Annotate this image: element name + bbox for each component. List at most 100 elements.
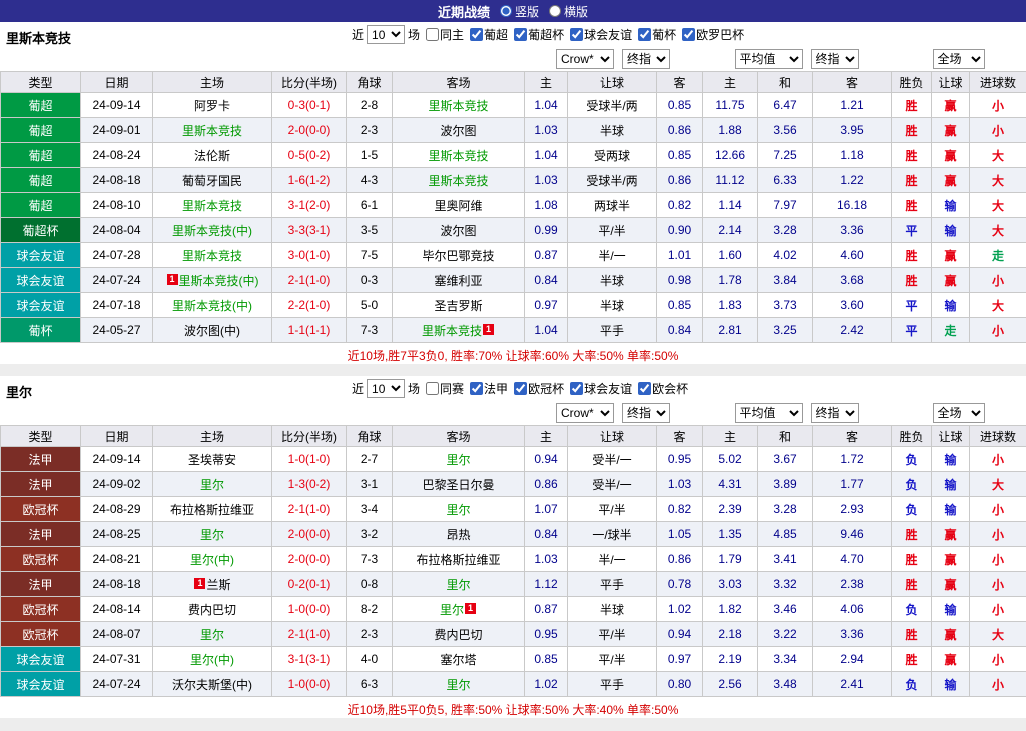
final-odds-select-2[interactable]: 终指 [811, 49, 859, 69]
odds-cell: 11.12 [703, 168, 758, 193]
league-filter[interactable]: 葡杯 [638, 26, 676, 43]
match-row: 葡超24-08-18葡萄牙国民1-6(1-2)4-3里斯本竞技1.03受球半/两… [1, 168, 1026, 193]
full-match-select[interactable]: 全场 [933, 403, 985, 423]
league-checkbox[interactable] [470, 382, 483, 395]
goals-result-cell: 小 [970, 268, 1026, 293]
goals-result-cell: 小 [970, 447, 1026, 472]
final-odds-select[interactable]: 终指 [622, 49, 670, 69]
horizontal-radio[interactable] [549, 5, 561, 17]
result-cell: 平 [892, 218, 932, 243]
league-filter[interactable]: 球会友谊 [570, 26, 632, 43]
league-checkbox[interactable] [514, 382, 527, 395]
bookmaker-select[interactable]: Crow* [556, 403, 614, 423]
handicap-result-cell: 赢 [932, 268, 970, 293]
column-header: 日期 [81, 426, 153, 447]
odds-cell: 0.90 [657, 218, 703, 243]
handicap-result-cell: 赢 [932, 572, 970, 597]
league-filter[interactable]: 法甲 [470, 380, 508, 397]
league-checkbox[interactable] [682, 28, 695, 41]
team-name: 塞维利亚 [434, 274, 482, 288]
result-cell: 平 [892, 318, 932, 343]
league-filter[interactable]: 欧会杯 [638, 380, 688, 397]
column-header: 客 [657, 72, 703, 93]
away-team-cell: 布拉格斯拉维亚 [393, 547, 525, 572]
near-label: 近 [352, 26, 364, 43]
away-team-cell: 塞维利亚 [393, 268, 525, 293]
match-score: 2-0(0-0) [272, 118, 347, 143]
match-row: 球会友谊24-07-31里尔(中)3-1(3-1)4-0塞尔塔0.85平/半0.… [1, 647, 1026, 672]
final-odds-select[interactable]: 终指 [622, 403, 670, 423]
odds-cell: 1.04 [525, 143, 568, 168]
match-date: 24-08-25 [81, 522, 153, 547]
league-checkbox[interactable] [570, 28, 583, 41]
match-count-select[interactable]: 10 [367, 379, 405, 398]
away-team-cell: 里尔 [393, 497, 525, 522]
corner-score: 2-3 [347, 118, 393, 143]
odds-cell: 0.82 [657, 193, 703, 218]
league-filter[interactable]: 葡超杯 [514, 26, 564, 43]
same-checkbox[interactable] [426, 28, 439, 41]
result-cell: 胜 [892, 647, 932, 672]
league-cell: 球会友谊 [1, 293, 81, 318]
column-header: 类型 [1, 72, 81, 93]
league-filter[interactable]: 欧冠杯 [514, 380, 564, 397]
goals-result-cell: 大 [970, 193, 1026, 218]
match-row: 葡超杯24-08-04里斯本竞技(中)3-3(3-1)3-5波尔图0.99平/半… [1, 218, 1026, 243]
odds-cell: 3.36 [813, 622, 892, 647]
team-name: 波尔图 [440, 224, 476, 238]
filter-bar: 近10场同赛法甲欧冠杯球会友谊欧会杯 [352, 379, 688, 398]
corner-score: 2-7 [347, 447, 393, 472]
result-cell: 胜 [892, 268, 932, 293]
same-filter[interactable]: 同主 [426, 26, 464, 43]
goals-result-cell: 小 [970, 572, 1026, 597]
match-count-select[interactable]: 10 [367, 25, 405, 44]
same-filter[interactable]: 同赛 [426, 380, 464, 397]
league-checkbox[interactable] [514, 28, 527, 41]
league-filter[interactable]: 球会友谊 [570, 380, 632, 397]
home-team-cell: 里斯本竞技(中) [153, 293, 272, 318]
odds-cell: 1.14 [703, 193, 758, 218]
match-row: 欧冠杯24-08-21里尔(中)2-0(0-0)7-3布拉格斯拉维亚1.03半/… [1, 547, 1026, 572]
full-match-select[interactable]: 全场 [933, 49, 985, 69]
team-name: 里尔(中) [190, 553, 234, 567]
layout-option-vertical[interactable]: 竖版 [500, 3, 539, 20]
result-cell: 负 [892, 447, 932, 472]
average-select[interactable]: 平均值 [735, 49, 803, 69]
column-header: 让球 [932, 426, 970, 447]
same-checkbox[interactable] [426, 382, 439, 395]
column-header: 让球 [932, 72, 970, 93]
match-date: 24-09-01 [81, 118, 153, 143]
result-cell: 胜 [892, 243, 932, 268]
vertical-radio[interactable] [500, 5, 512, 17]
handicap-cell: 受半/一 [568, 472, 657, 497]
home-team-cell: 葡萄牙国民 [153, 168, 272, 193]
handicap-result-cell: 输 [932, 472, 970, 497]
match-score: 2-1(1-0) [272, 497, 347, 522]
team-name: 里尔 [446, 678, 470, 692]
corner-score: 5-0 [347, 293, 393, 318]
column-header: 进球数 [970, 426, 1026, 447]
average-select[interactable]: 平均值 [735, 403, 803, 423]
league-checkbox[interactable] [638, 28, 651, 41]
corner-score: 4-3 [347, 168, 393, 193]
team-name: 圣吉罗斯 [434, 299, 482, 313]
match-score: 0-2(0-1) [272, 572, 347, 597]
league-filter[interactable]: 葡超 [470, 26, 508, 43]
home-team-cell: 里尔(中) [153, 547, 272, 572]
handicap-result-cell: 输 [932, 218, 970, 243]
final-odds-select-2[interactable]: 终指 [811, 403, 859, 423]
league-checkbox[interactable] [638, 382, 651, 395]
away-team-cell: 塞尔塔 [393, 647, 525, 672]
league-checkbox[interactable] [470, 28, 483, 41]
column-header: 胜负 [892, 426, 932, 447]
league-checkbox[interactable] [570, 382, 583, 395]
bookmaker-select[interactable]: Crow* [556, 49, 614, 69]
corner-score: 2-3 [347, 622, 393, 647]
league-filter[interactable]: 欧罗巴杯 [682, 26, 744, 43]
odds-cell: 9.46 [813, 522, 892, 547]
handicap-result-cell: 赢 [932, 143, 970, 168]
team-name: 里尔 [200, 628, 224, 642]
handicap-cell: 半球 [568, 597, 657, 622]
layout-option-horizontal[interactable]: 横版 [549, 3, 588, 20]
games-label: 场 [408, 380, 420, 397]
